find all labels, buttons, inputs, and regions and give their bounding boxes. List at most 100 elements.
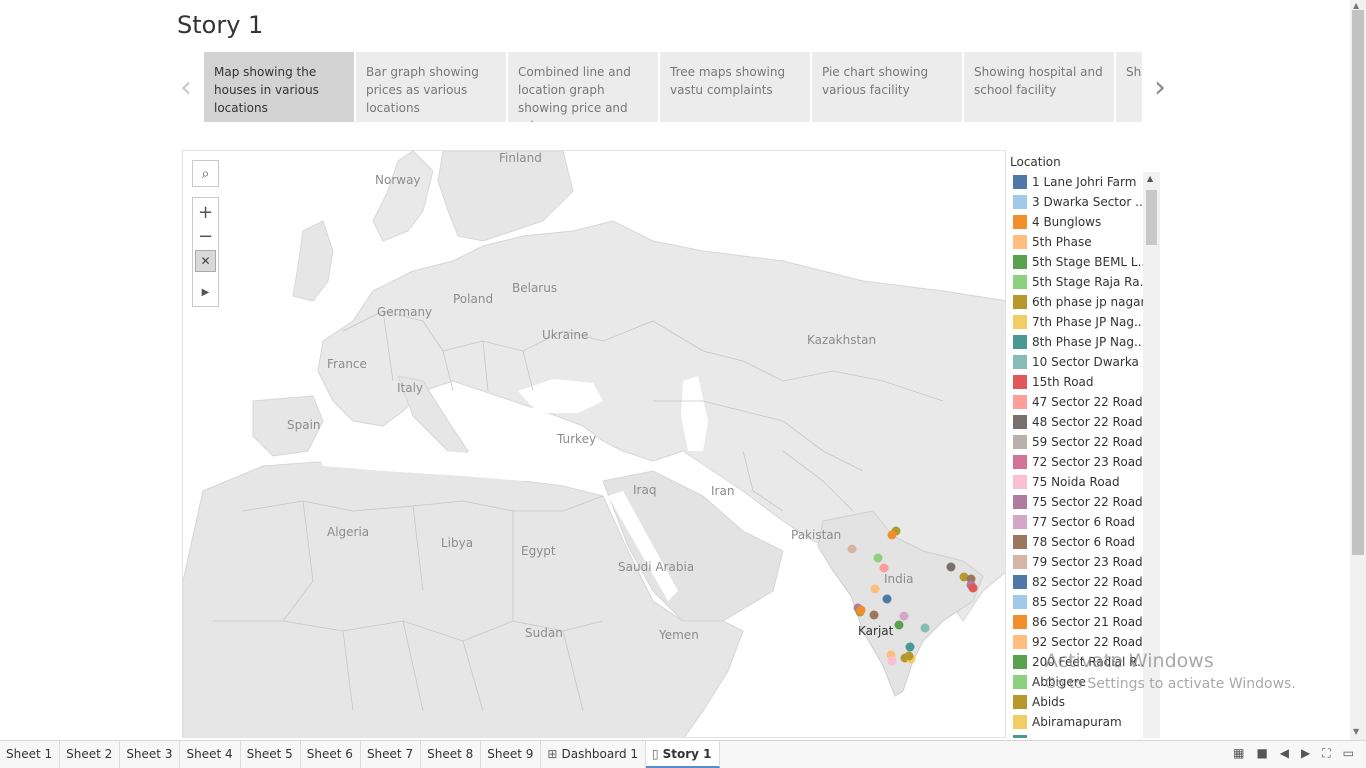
location-marker[interactable] <box>904 651 914 661</box>
story-point-3[interactable]: Combined line and location graph showing… <box>508 52 658 122</box>
legend-item[interactable]: Abiramapuram <box>1013 712 1143 732</box>
legend-item[interactable]: 5th Stage BEML L.. <box>1013 252 1143 272</box>
legend-item-label: 78 Sector 6 Road <box>1032 535 1136 549</box>
sheet-tab[interactable]: ▯ Story 1 <box>646 741 720 768</box>
story-prev-arrow-icon[interactable]: ‹ <box>176 70 196 105</box>
legend-item[interactable]: 4 Bunglows <box>1013 212 1143 232</box>
legend-item[interactable]: 200 Feet Radial R.. <box>1013 652 1143 672</box>
legend-item-label: 75 Sector 22 Road <box>1032 495 1143 509</box>
sheet-tab[interactable]: Sheet 5 <box>241 741 301 768</box>
legend-item[interactable]: 6th phase jp nagar <box>1013 292 1143 312</box>
sheet-tab[interactable]: ⊞ Dashboard 1 <box>541 741 647 768</box>
location-marker[interactable] <box>873 553 883 563</box>
legend-item[interactable]: 77 Sector 6 Road <box>1013 512 1143 532</box>
sheet-tab[interactable]: Sheet 2 <box>60 741 121 768</box>
sheet-tab[interactable]: Sheet 8 <box>421 741 482 768</box>
presentation-mode-icon[interactable]: ▭ <box>1343 746 1354 761</box>
location-marker[interactable] <box>882 594 892 604</box>
legend-item[interactable]: 48 Sector 22 Road <box>1013 412 1143 432</box>
legend-item[interactable]: Abbigere <box>1013 672 1143 692</box>
story-point-4[interactable]: Tree maps showing vastu complaints <box>660 52 810 122</box>
page-scroll-thumb[interactable] <box>1352 10 1364 555</box>
story-point-7[interactable]: Sho... and... <box>1116 52 1142 122</box>
legend-item[interactable]: 86 Sector 21 Road <box>1013 612 1143 632</box>
location-marker[interactable] <box>870 584 880 594</box>
legend-item[interactable]: 75 Sector 22 Road <box>1013 492 1143 512</box>
page-scrollbar[interactable]: ▲ ▼ <box>1350 0 1366 740</box>
location-marker[interactable] <box>968 583 978 593</box>
legend-scroll-thumb[interactable] <box>1146 190 1157 245</box>
sheet-tab[interactable]: Sheet 4 <box>180 741 241 768</box>
legend-item[interactable]: 72 Sector 23 Road <box>1013 452 1143 472</box>
legend-item[interactable]: 85 Sector 22 Road <box>1013 592 1143 612</box>
tableau-story-window: Story 1 ‹ Map showing the houses in vari… <box>0 0 1366 768</box>
zoom-in-button[interactable]: + <box>193 200 218 224</box>
reset-map-pin-icon[interactable]: ✕ <box>195 250 216 272</box>
zoom-out-button[interactable]: − <box>193 224 218 248</box>
slide-view-icon[interactable]: ■ <box>1256 746 1267 761</box>
story-point-2[interactable]: Bar graph showing prices as various loca… <box>356 52 506 122</box>
scroll-down-icon[interactable]: ▼ <box>1353 727 1359 736</box>
sheet-tab[interactable]: Sheet 6 <box>301 741 361 768</box>
legend-item[interactable]: 79 Sector 23 Road <box>1013 552 1143 572</box>
legend-item[interactable]: 82 Sector 22 Road <box>1013 572 1143 592</box>
map-options-play-icon[interactable]: ▶ <box>193 280 218 304</box>
fit-view-icon[interactable]: ⛶ <box>1322 746 1330 761</box>
legend-item[interactable]: 1 Lane Johri Farm <box>1013 172 1143 192</box>
location-map[interactable]: Finland Norway Belarus Poland Germany Uk… <box>182 150 1006 738</box>
legend-color-swatch <box>1013 295 1027 309</box>
sheet-tab[interactable]: Sheet 1 <box>0 741 61 768</box>
legend-item[interactable]: Abids <box>1013 692 1143 712</box>
legend-item[interactable]: 8th Phase JP Nag.. <box>1013 332 1143 352</box>
location-markers <box>847 526 978 666</box>
legend-item[interactable]: 78 Sector 6 Road <box>1013 532 1143 552</box>
legend-item[interactable]: 92 Sector 22 Road <box>1013 632 1143 652</box>
location-marker[interactable] <box>887 530 897 540</box>
sheet-tab[interactable]: Sheet 9 <box>481 741 542 768</box>
legend-item[interactable] <box>1013 732 1143 738</box>
scroll-up-icon[interactable]: ▲ <box>1353 1 1359 10</box>
legend-item[interactable]: 7th Phase JP Nag.. <box>1013 312 1143 332</box>
location-marker[interactable] <box>869 610 879 620</box>
legend-item[interactable]: 15th Road <box>1013 372 1143 392</box>
legend-color-swatch <box>1013 555 1027 569</box>
location-marker[interactable] <box>879 563 889 573</box>
legend-item[interactable]: 10 Sector Dwarka <box>1013 352 1143 372</box>
legend-item-label: 10 Sector Dwarka <box>1032 355 1139 369</box>
story-next-arrow-icon[interactable]: › <box>1150 70 1170 105</box>
legend-color-swatch <box>1013 175 1027 189</box>
story-point-1[interactable]: Map showing the houses in various locati… <box>204 52 354 122</box>
legend-item-label: 200 Feet Radial R.. <box>1032 655 1143 669</box>
legend-item[interactable]: 75 Noida Road <box>1013 472 1143 492</box>
next-sheet-icon[interactable]: ▶ <box>1301 746 1310 761</box>
legend-item[interactable]: 5th Stage Raja Ra.. <box>1013 272 1143 292</box>
location-marker[interactable] <box>856 605 866 615</box>
prev-sheet-icon[interactable]: ◀ <box>1280 746 1289 761</box>
sheet-tab-label: Sheet 7 <box>366 747 414 761</box>
location-marker[interactable] <box>899 611 909 621</box>
story-point-6[interactable]: Showing hospital and school facility <box>964 52 1114 122</box>
legend-item[interactable]: 47 Sector 22 Road <box>1013 392 1143 412</box>
location-marker[interactable] <box>920 623 930 633</box>
legend-item[interactable]: 5th Phase <box>1013 232 1143 252</box>
location-marker[interactable] <box>847 544 857 554</box>
legend-item-label: 79 Sector 23 Road <box>1032 555 1143 569</box>
story-point-5[interactable]: Pie chart showing various facility <box>812 52 962 122</box>
grid-view-icon[interactable]: ▦ <box>1233 746 1244 761</box>
location-marker[interactable] <box>887 656 897 666</box>
location-marker[interactable] <box>905 642 915 652</box>
legend-scroll-up-icon[interactable]: ▲ <box>1147 174 1153 183</box>
legend-color-swatch <box>1013 335 1027 349</box>
legend-item[interactable]: 3 Dwarka Sector .. <box>1013 192 1143 212</box>
legend-item-label: 5th Stage BEML L.. <box>1032 255 1143 269</box>
legend-item-label: 6th phase jp nagar <box>1032 295 1143 309</box>
status-bar-controls: ▦ ■ ◀ ▶ ⛶ ▭ <box>1233 746 1354 761</box>
map-search-icon[interactable]: ⌕ <box>192 160 219 187</box>
legend-item[interactable]: 59 Sector 22 Road <box>1013 432 1143 452</box>
location-marker[interactable] <box>894 620 904 630</box>
location-marker[interactable] <box>946 562 956 572</box>
legend-item-label: 48 Sector 22 Road <box>1032 415 1143 429</box>
legend-scrollbar[interactable]: ▲ <box>1143 172 1160 738</box>
sheet-tab[interactable]: Sheet 3 <box>120 741 181 768</box>
sheet-tab[interactable]: Sheet 7 <box>361 741 422 768</box>
